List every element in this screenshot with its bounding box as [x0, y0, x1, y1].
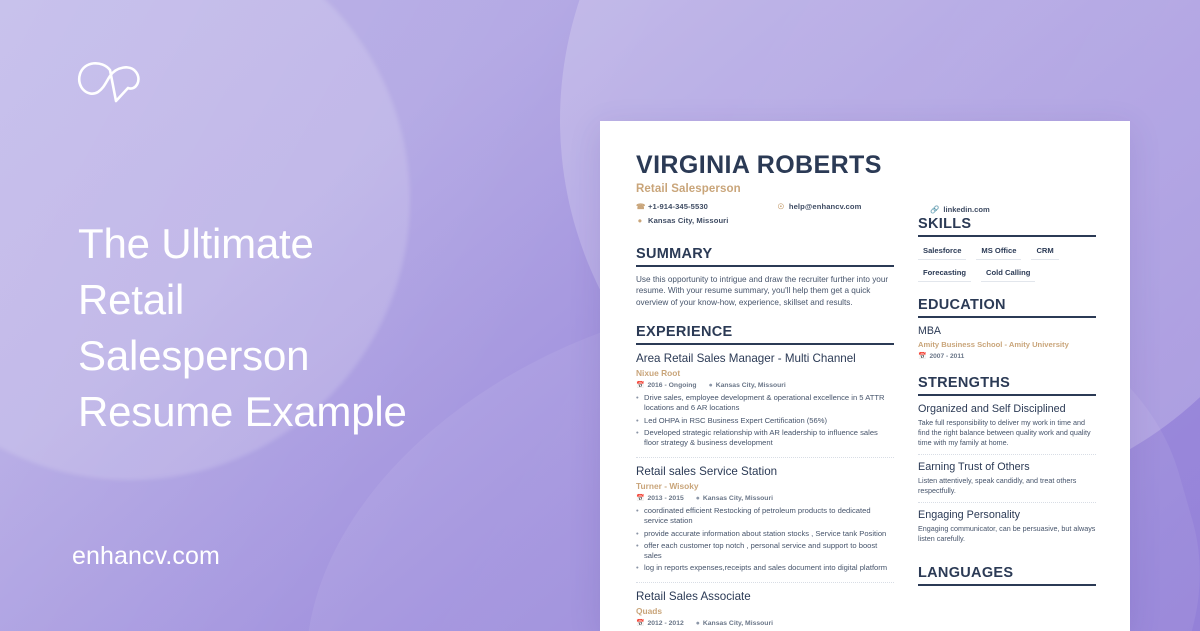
job-bullets: Drive sales, employee development & oper… [636, 393, 894, 448]
skill-tag: CRM [1031, 244, 1059, 260]
experience-item: Area Retail Sales Manager - Multi Channe… [636, 352, 894, 459]
languages-heading: LANGUAGES [918, 565, 1096, 586]
promo-panel: The Ultimate Retail Salesperson Resume E… [0, 0, 600, 631]
contact-email-value: help@enhancv.com [788, 202, 862, 211]
summary-text: Use this opportunity to intrigue and dra… [636, 275, 889, 307]
contact-linkedin[interactable]: 🔗 linkedin.com [930, 205, 990, 214]
job-title: Area Retail Sales Manager - Multi Channe… [636, 352, 856, 366]
headline-line-2: Retail [78, 276, 185, 323]
candidate-role: Retail Salesperson [636, 183, 741, 195]
education-school: Amity Business School - Amity University [918, 340, 1069, 349]
skill-tag: Cold Calling [981, 266, 1036, 282]
strength-title: Organized and Self Disciplined [918, 403, 1066, 415]
skill-tag: Forecasting [918, 266, 972, 282]
job-bullet: Drive sales, employee development & oper… [636, 393, 894, 413]
skills-heading: SKILLS [918, 216, 1096, 237]
education-degree: MBA [918, 325, 941, 337]
experience-item: Retail sales Service Station Turner - Wi… [636, 465, 894, 584]
job-bullet: offer each customer top notch , personal… [636, 541, 894, 561]
job-bullets: coordinated efficient Restocking of petr… [636, 506, 894, 573]
job-location: ● Kansas City, Missouri [695, 619, 773, 627]
resume-main-column: VIRGINIA ROBERTS Retail Salesperson ☎ +1… [636, 151, 894, 631]
page-title: The Ultimate Retail Salesperson Resume E… [78, 216, 558, 440]
skill-tag: Salesforce [918, 244, 967, 260]
location-pin-icon: ● [637, 216, 643, 225]
contact-email[interactable]: ☉ help@enhancv.com [777, 202, 894, 211]
skills-section: SKILLS Salesforce MS Office CRM Forecast… [918, 216, 1096, 282]
skill-tag: MS Office [976, 244, 1022, 260]
job-bullet: provide accurate information about stati… [636, 529, 894, 539]
location-pin-icon: ● [695, 494, 700, 502]
job-bullet: coordinated efficient Restocking of petr… [636, 506, 894, 526]
calendar-icon: 📅 [636, 620, 645, 628]
experience-heading: EXPERIENCE [636, 324, 894, 346]
strength-text: Engaging communicator, can be persuasive… [918, 524, 1096, 543]
strength-text: Take full responsibility to deliver my w… [918, 418, 1091, 447]
resume-header: VIRGINIA ROBERTS Retail Salesperson ☎ +1… [636, 151, 894, 230]
strength-text: Listen attentively, speak candidly, and … [918, 476, 1077, 495]
education-heading: EDUCATION [918, 297, 1096, 318]
resume-document: VIRGINIA ROBERTS Retail Salesperson ☎ +1… [600, 121, 1130, 631]
skills-list: Salesforce MS Office CRM Forecasting Col… [918, 244, 1096, 282]
education-dates: 📅 2007 - 2011 [918, 352, 965, 361]
location-pin-icon: ● [695, 619, 700, 627]
contact-info: ☎ +1-914-345-5530 ● Kansas City, Missour… [636, 202, 894, 230]
job-dates: 📅 2012 - 2012 [636, 619, 684, 628]
calendar-icon: 📅 [918, 353, 927, 360]
headline-line-4: Resume Example [78, 388, 407, 435]
strength-item: Organized and Self Disciplined Take full… [918, 403, 1096, 455]
enhancv-infinity-logo-icon [72, 58, 146, 108]
job-title: Retail sales Service Station [636, 465, 778, 479]
job-location: ● Kansas City, Missouri [708, 381, 786, 389]
job-dates: 📅 2016 - Ongoing [636, 381, 697, 390]
strength-title: Earning Trust of Others [918, 460, 1030, 473]
contact-location-value: Kansas City, Missouri [648, 216, 729, 225]
strength-item: Earning Trust of Others Listen attentive… [918, 461, 1096, 503]
job-title: Retail Sales Associate [636, 590, 751, 604]
education-item: MBA Amity Business School - Amity Univer… [918, 325, 1096, 360]
summary-section: SUMMARY Use this opportunity to intrigue… [636, 246, 894, 308]
contact-linkedin-value: linkedin.com [943, 205, 990, 214]
contact-phone-value: +1-914-345-5530 [648, 202, 708, 211]
strengths-section: STRENGTHS Organized and Self Disciplined… [918, 375, 1096, 550]
resume-side-column: SKILLS Salesforce MS Office CRM Forecast… [918, 151, 1096, 631]
job-company: Nixue Root [636, 368, 681, 379]
website-label[interactable]: enhancv.com [72, 542, 220, 571]
strengths-heading: STRENGTHS [918, 375, 1096, 396]
summary-heading: SUMMARY [636, 246, 894, 267]
job-dates: 📅 2013 - 2015 [636, 494, 684, 503]
strength-title: Engaging Personality [918, 508, 1021, 521]
strength-item: Engaging Personality Engaging communicat… [918, 509, 1096, 550]
contact-phone: ☎ +1-914-345-5530 [636, 202, 777, 211]
job-bullet: Developed strategic relationship with AR… [636, 428, 894, 448]
phone-icon: ☎ [636, 202, 646, 211]
calendar-icon: 📅 [636, 382, 645, 390]
contact-location: ● Kansas City, Missouri [636, 216, 777, 225]
job-company: Turner - Wisoky [636, 481, 699, 492]
promo-banner: The Ultimate Retail Salesperson Resume E… [0, 0, 1200, 631]
calendar-icon: 📅 [636, 495, 645, 503]
languages-section: LANGUAGES [918, 565, 1096, 586]
link-icon: 🔗 [930, 205, 940, 214]
education-section: EDUCATION MBA Amity Business School - Am… [918, 297, 1096, 360]
candidate-name: VIRGINIA ROBERTS [636, 151, 882, 179]
job-bullet: Led OHPA in RSC Business Expert Certific… [636, 416, 894, 426]
job-location: ● Kansas City, Missouri [695, 494, 773, 502]
email-icon: ☉ [777, 202, 785, 211]
experience-item: Retail Sales Associate Quads 📅 2012 - 20… [636, 590, 894, 631]
job-meta: 📅 2013 - 2015 ● Kansas City, Missouri [636, 494, 894, 503]
location-pin-icon: ● [708, 381, 713, 389]
job-company: Quads [636, 606, 663, 617]
experience-section: EXPERIENCE Area Retail Sales Manager - M… [636, 324, 894, 631]
job-meta: 📅 2012 - 2012 ● Kansas City, Missouri [636, 619, 894, 628]
headline-line-1: The Ultimate [78, 220, 314, 267]
job-meta: 📅 2016 - Ongoing ● Kansas City, Missouri [636, 381, 894, 390]
headline-line-3: Salesperson [78, 332, 310, 379]
job-bullet: log in reports expenses,receipts and sal… [636, 563, 894, 573]
